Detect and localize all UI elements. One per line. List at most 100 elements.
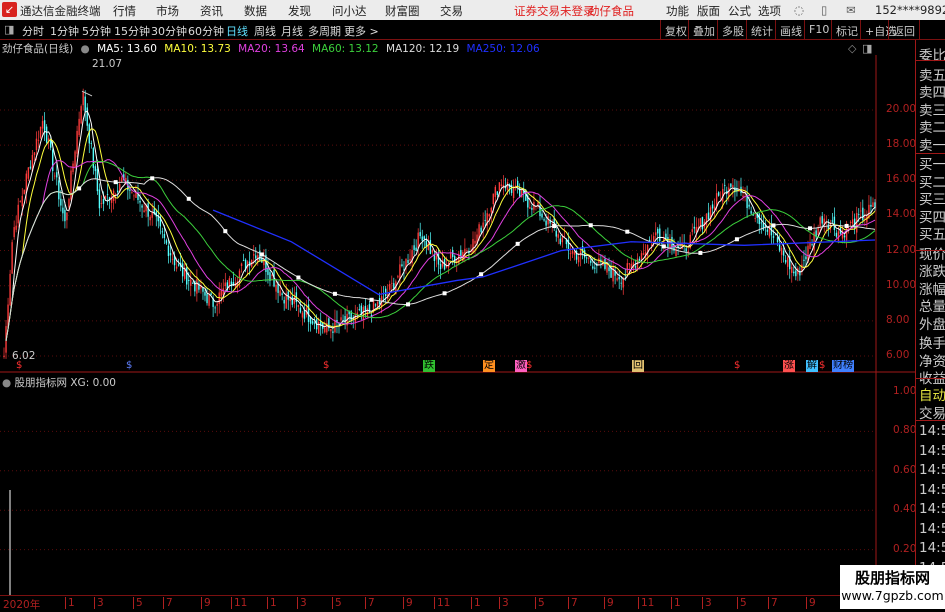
menu-market[interactable]: 市场 — [156, 3, 179, 19]
statistics-button[interactable]: 统计 — [746, 20, 777, 39]
tab-5min[interactable]: 5分钟 — [82, 23, 111, 39]
menu-options[interactable]: 选项 — [758, 3, 781, 19]
candle-body — [693, 226, 696, 229]
candle-body — [571, 250, 574, 254]
event-marker[interactable]: 财榜 — [832, 360, 854, 372]
phone-icon[interactable]: ▯ — [821, 3, 827, 17]
time-tick: 7 — [163, 597, 173, 609]
event-marker[interactable]: $ — [322, 360, 330, 372]
draw-line-button[interactable]: 画线 — [775, 20, 806, 39]
candle-body — [163, 233, 166, 239]
event-marker[interactable]: 跌 — [423, 360, 435, 372]
time-tick: 1 — [471, 597, 481, 609]
menu-data[interactable]: 数据 — [244, 3, 267, 19]
menu-ask[interactable]: 问小达 — [332, 3, 367, 19]
tab-intraday[interactable]: 分时 — [22, 23, 44, 39]
candle-body — [133, 195, 135, 197]
candle-body — [482, 222, 484, 228]
mark-button[interactable]: 标记 — [831, 20, 862, 39]
settings-icon[interactable]: ● — [2, 377, 11, 389]
candle-body — [579, 250, 582, 256]
candle-body — [776, 237, 779, 243]
candle-body — [490, 207, 492, 213]
event-marker[interactable]: 涨 — [783, 360, 795, 372]
quote-label: 外盘 — [919, 316, 945, 333]
time-tick: 1 — [267, 597, 277, 609]
candle-body — [657, 228, 659, 234]
event-marker[interactable]: 解 — [806, 360, 818, 372]
mail-icon[interactable]: ✉ — [846, 3, 856, 17]
candle-body — [13, 227, 15, 238]
menu-trade[interactable]: 交易 — [440, 3, 463, 19]
tab-multi-period[interactable]: 多周期 — [308, 23, 341, 39]
candle-body — [358, 309, 361, 310]
candle-body — [413, 245, 415, 250]
auto-trade-toggle[interactable]: 自动 — [919, 384, 945, 404]
candle-body — [606, 263, 608, 273]
tab-1min[interactable]: 1分钟 — [50, 23, 79, 39]
tab-monthly[interactable]: 月线 — [281, 23, 303, 39]
candle-body — [181, 263, 184, 277]
candle-body — [332, 331, 334, 333]
candle-body — [754, 218, 756, 219]
tab-60min[interactable]: 60分钟 — [188, 23, 224, 39]
candle-body — [691, 229, 693, 232]
indicator-tick: 0.80 — [893, 424, 917, 437]
candle-body — [573, 251, 576, 255]
ma120-dot — [369, 297, 374, 302]
f10-button[interactable]: F10 — [804, 20, 833, 39]
candle-body — [466, 250, 468, 251]
menu-layout[interactable]: 版面 — [697, 3, 720, 19]
menu-quotes[interactable]: 行情 — [113, 3, 136, 19]
event-marker[interactable]: $ — [818, 360, 826, 372]
candle-body — [699, 218, 702, 226]
candle-body — [54, 175, 56, 177]
candle-body — [299, 307, 302, 313]
candle-body — [324, 327, 326, 333]
candle-body — [543, 219, 545, 221]
menu-news[interactable]: 资讯 — [200, 3, 223, 19]
candle-body — [819, 217, 821, 227]
menu-wealth[interactable]: 财富圈 — [385, 3, 420, 19]
sidebar-toggle-icon[interactable]: ◨ — [4, 23, 14, 36]
candle-body — [368, 304, 371, 314]
candle-body — [506, 181, 509, 190]
panel-divider — [916, 60, 945, 61]
overlay-button[interactable]: 叠加 — [688, 20, 719, 39]
candle-body — [616, 278, 618, 281]
kline-chart[interactable] — [0, 40, 915, 600]
candle-body — [401, 264, 403, 267]
candle-body — [399, 264, 401, 280]
candle-body — [196, 279, 198, 294]
restore-rights-button[interactable]: 复权 — [660, 20, 691, 39]
event-marker[interactable]: $ — [15, 360, 23, 372]
candle-body — [21, 195, 23, 207]
multi-stock-button[interactable]: 多股 — [717, 20, 748, 39]
login-status[interactable]: 证券交易未登录 — [514, 3, 595, 19]
candle-body — [851, 219, 854, 224]
event-marker[interactable]: $ — [525, 360, 533, 372]
event-marker[interactable]: 回 — [632, 360, 644, 372]
candle-body — [62, 207, 64, 214]
menu-function[interactable]: 功能 — [666, 3, 689, 19]
event-marker[interactable]: $ — [733, 360, 741, 372]
time-axis: 2020年 1 3 5 7 9 11 1 3 5 7 9 11 1 3 5 7 9 11 1 3 5 7 9 — [0, 595, 945, 611]
user-account[interactable]: 152****9892 — [875, 3, 945, 17]
tab-30min[interactable]: 30分钟 — [151, 23, 187, 39]
ma120-dot — [588, 223, 593, 228]
back-button[interactable]: 返回 — [888, 20, 920, 39]
price-tick: 6.00 — [886, 348, 910, 361]
menu-discover[interactable]: 发现 — [288, 3, 311, 19]
ma120-dot — [406, 302, 411, 307]
chat-icon[interactable]: ◌ — [794, 3, 804, 17]
event-marker[interactable]: 定 — [483, 360, 495, 372]
menu-formula[interactable]: 公式 — [728, 3, 751, 19]
tab-15min[interactable]: 15分钟 — [114, 23, 150, 39]
candle-body — [43, 120, 46, 131]
candle-body — [340, 317, 342, 321]
candle-body — [559, 238, 562, 244]
tab-daily[interactable]: 日线 — [226, 23, 248, 39]
tab-weekly[interactable]: 周线 — [254, 23, 276, 39]
event-marker[interactable]: $ — [125, 360, 133, 372]
tab-more[interactable]: 更多 > — [344, 23, 379, 39]
